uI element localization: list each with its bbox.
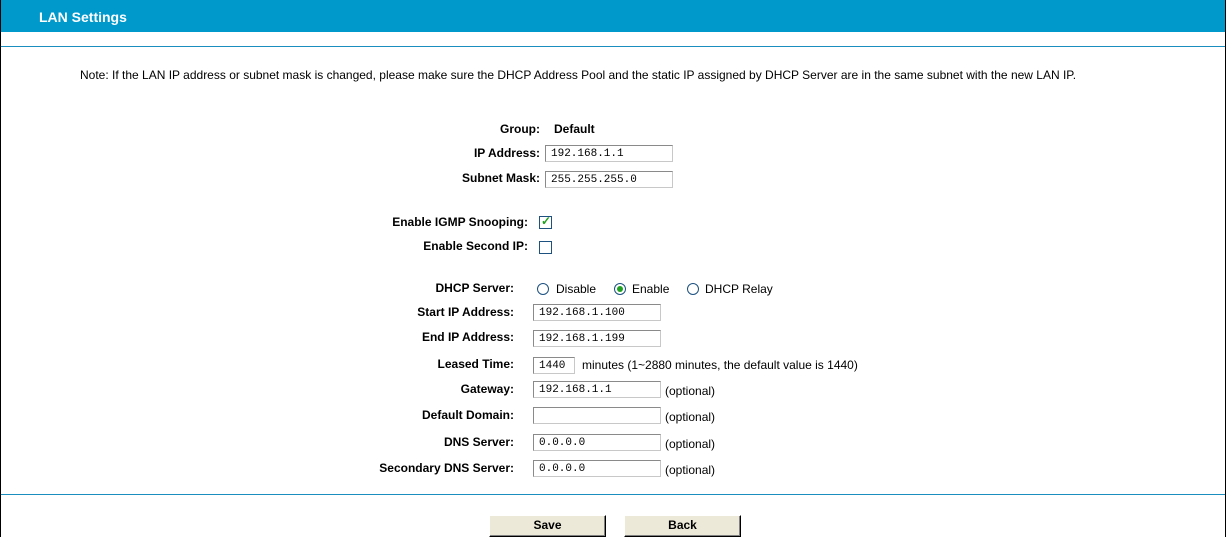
group-label: Group: — [500, 122, 540, 136]
subnet-mask-label: Subnet Mask: — [461, 171, 540, 185]
dns-server-label: DNS Server: — [443, 435, 514, 449]
radio-selected-dot — [617, 286, 623, 292]
leased-time-hint: minutes (1~2880 minutes, the default val… — [582, 358, 858, 372]
gateway-input[interactable] — [533, 381, 661, 398]
default-domain-optional: (optional) — [665, 410, 716, 424]
save-button[interactable]: Save — [489, 515, 606, 537]
dhcp-enable-label: Enable — [632, 282, 670, 296]
bottom-divider — [1, 494, 1225, 495]
dhcp-disable-label: Disable — [556, 282, 597, 296]
secondary-dns-label: Secondary DNS Server: — [379, 461, 514, 475]
subnet-mask-input[interactable] — [545, 171, 673, 188]
end-ip-input[interactable] — [533, 330, 661, 347]
note-text: Note: If the LAN IP address or subnet ma… — [80, 68, 1077, 82]
start-ip-input[interactable] — [533, 304, 661, 321]
title-bar: LAN Settings — [1, 0, 1225, 32]
top-divider — [1, 46, 1225, 47]
second-ip-label: Enable Second IP: — [423, 239, 528, 253]
ip-address-input[interactable] — [545, 145, 673, 162]
leased-time-input[interactable] — [533, 357, 575, 374]
dns-server-optional: (optional) — [665, 437, 716, 451]
dns-server-input[interactable] — [533, 434, 661, 451]
secondary-dns-optional: (optional) — [665, 463, 716, 477]
gateway-optional: (optional) — [665, 384, 716, 398]
dhcp-relay-label: DHCP Relay — [705, 282, 773, 296]
secondary-dns-input[interactable] — [533, 460, 661, 477]
page-title: LAN Settings — [39, 9, 127, 25]
group-value: Default — [554, 122, 595, 136]
dhcp-server-label: DHCP Server: — [435, 281, 514, 295]
end-ip-label: End IP Address: — [421, 330, 514, 344]
default-domain-label: Default Domain: — [421, 408, 514, 422]
checkmark-icon: ✓ — [541, 214, 552, 228]
gateway-label: Gateway: — [460, 382, 514, 396]
start-ip-label: Start IP Address: — [417, 305, 514, 319]
ip-address-label: IP Address: — [473, 146, 540, 160]
second-ip-checkbox[interactable] — [539, 241, 552, 254]
igmp-snooping-checkbox[interactable]: ✓ — [539, 214, 552, 229]
igmp-snooping-label: Enable IGMP Snooping: — [392, 215, 528, 229]
dhcp-relay-radio[interactable] — [687, 283, 699, 295]
leased-time-label: Leased Time: — [437, 357, 514, 371]
back-button[interactable]: Back — [624, 515, 741, 537]
dhcp-disable-radio[interactable] — [537, 283, 549, 295]
dhcp-enable-radio[interactable] — [614, 283, 626, 295]
default-domain-input[interactable] — [533, 407, 661, 424]
